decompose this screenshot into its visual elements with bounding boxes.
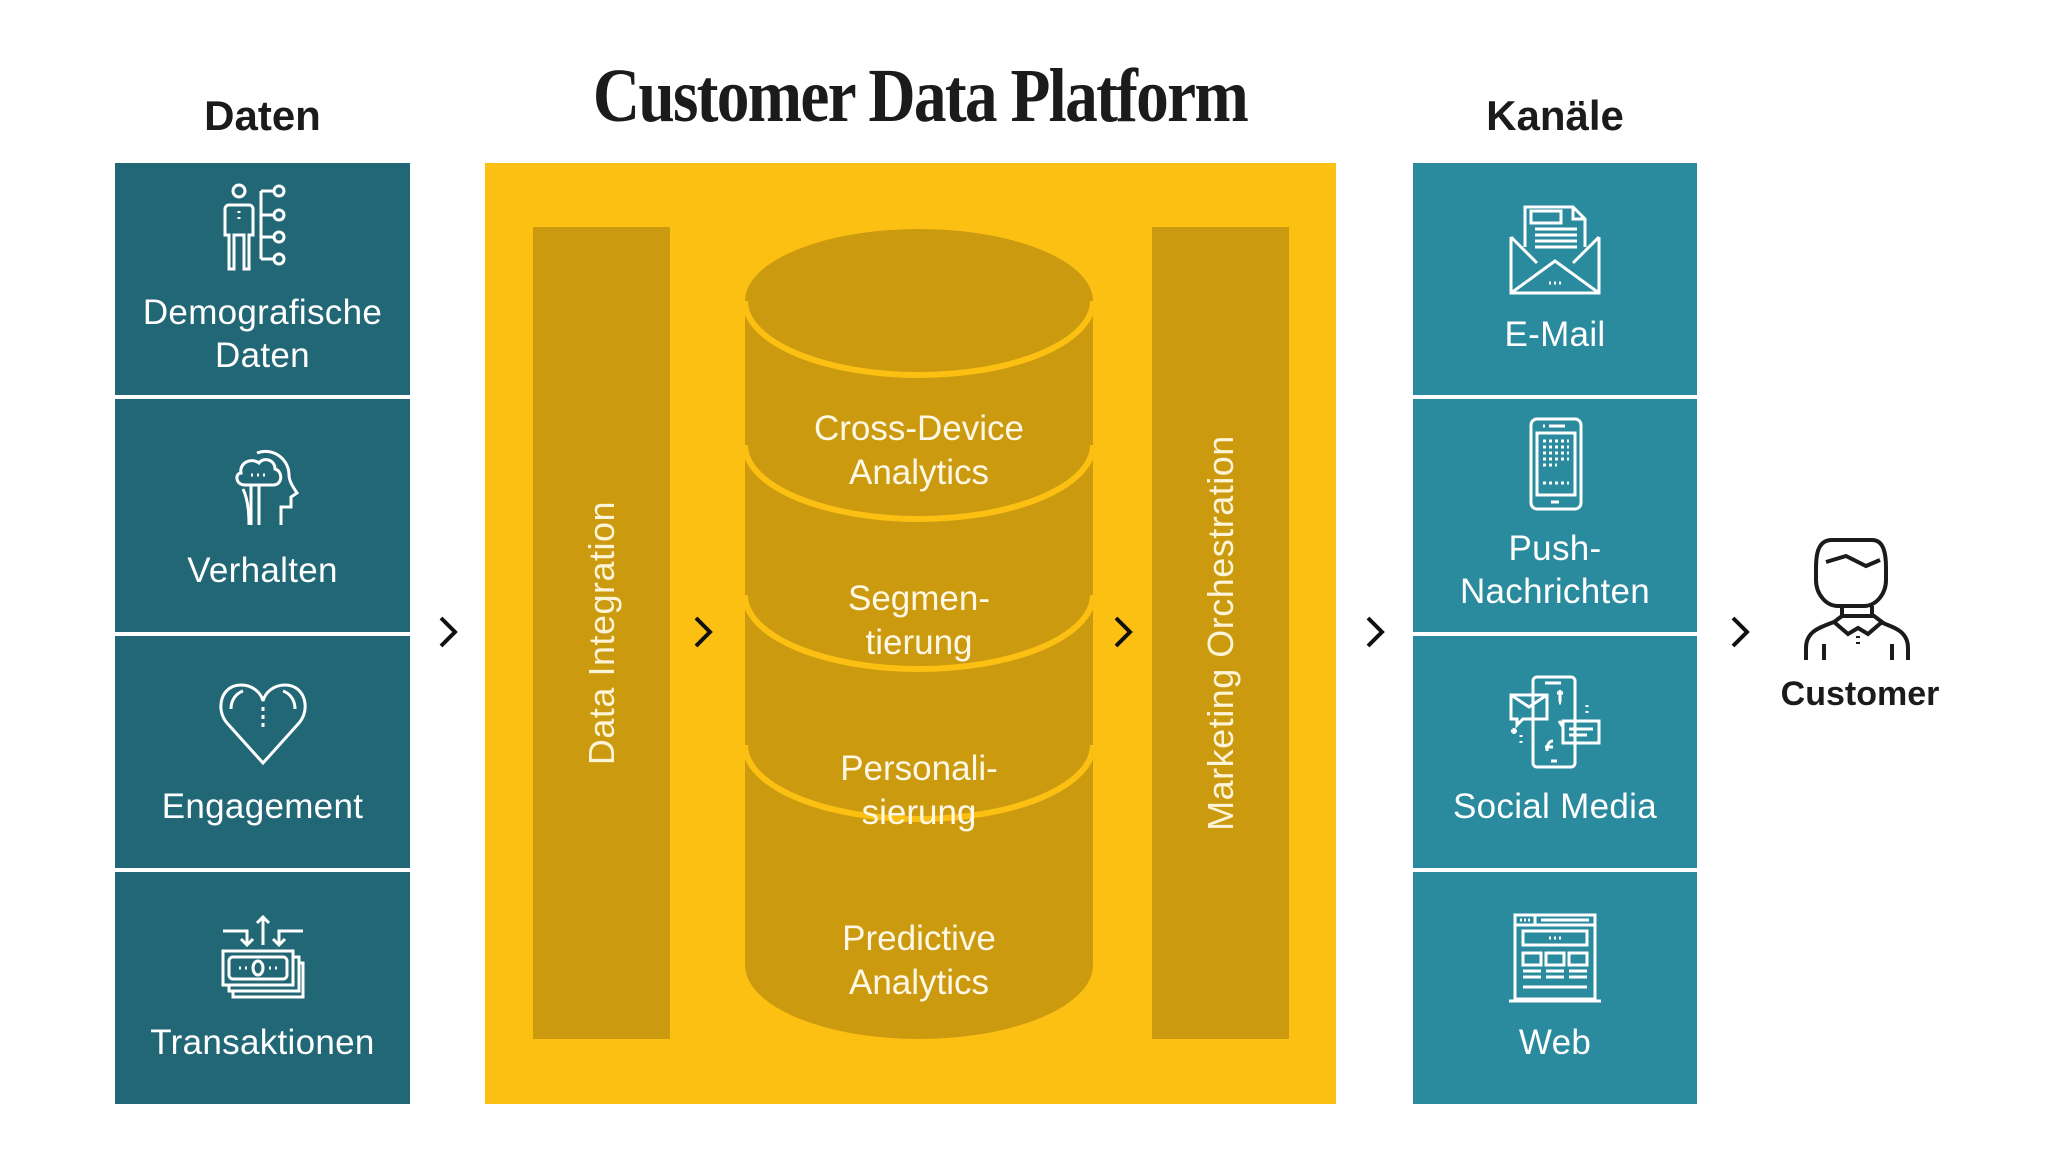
money-transfer-icon: [221, 915, 304, 999]
channel-tile-email: E-Mail: [1413, 163, 1697, 396]
channel-tile-label: Web: [1518, 1023, 1592, 1063]
web-page-icon: [1509, 913, 1601, 1003]
marketing-orchestration-bar: Marketing Orchestration: [1152, 227, 1289, 1039]
data-tile-transactions: Transaktionen: [115, 867, 410, 1104]
channel-tile-push: Push- Nachrichten: [1413, 395, 1697, 632]
smartphone-icon: [1529, 417, 1583, 511]
chevron-right-icon: [1731, 616, 1750, 648]
head-cloud-icon: [234, 449, 299, 525]
data-integration-bar: Data Integration: [533, 227, 670, 1039]
heart-icon: [218, 683, 307, 766]
data-tile-label: Demografische Daten: [142, 293, 383, 376]
customer-label: Customer: [1780, 675, 1940, 713]
social-media-icon: [1509, 675, 1601, 769]
data-integration-label: Data Integration: [580, 500, 622, 766]
data-tile-label: Verhalten: [187, 550, 338, 590]
chevron-right-icon: [1366, 616, 1385, 648]
data-tile-demographics: Demografische Daten: [115, 163, 410, 396]
data-tile-label: Engagement: [161, 787, 364, 827]
chevron-right-icon: [439, 616, 458, 648]
marketing-orchestration-label: Marketing Orchestration: [1199, 435, 1241, 831]
channels-column: E-Mail Push- Nachrichten Social Media We…: [1413, 163, 1697, 1104]
channel-tile-social: Social Media: [1413, 631, 1697, 868]
channels-heading: Kanäle: [1486, 92, 1624, 139]
channel-tile-label: E-Mail: [1504, 314, 1606, 354]
page-title: Customer Data Platform: [592, 54, 1249, 138]
customer-icon: [1804, 538, 1910, 660]
data-tile-label: Transaktionen: [150, 1023, 375, 1063]
database-cylinder: Cross-Device AnalyticsSegmen-tierungPerso…: [743, 229, 1095, 1039]
chevron-right-icon: [1114, 616, 1133, 648]
channel-tile-label: Social Media: [1453, 787, 1657, 827]
data-sources-column: Demografische Daten Verhalten Engagement: [115, 163, 410, 1104]
platform-container: Data Integration Cross-Device Analytics Se…: [485, 163, 1336, 1104]
chevron-right-icon: [694, 616, 713, 648]
email-icon: [1509, 205, 1601, 295]
channel-tile-web: Web: [1413, 867, 1697, 1104]
data-tile-engagement: Engagement: [115, 631, 410, 868]
channel-tile-label: Push- Nachrichten: [1459, 529, 1651, 612]
data-tile-behavior: Verhalten: [115, 395, 410, 632]
data-heading: Daten: [204, 92, 321, 139]
demographics-icon: [223, 183, 285, 271]
